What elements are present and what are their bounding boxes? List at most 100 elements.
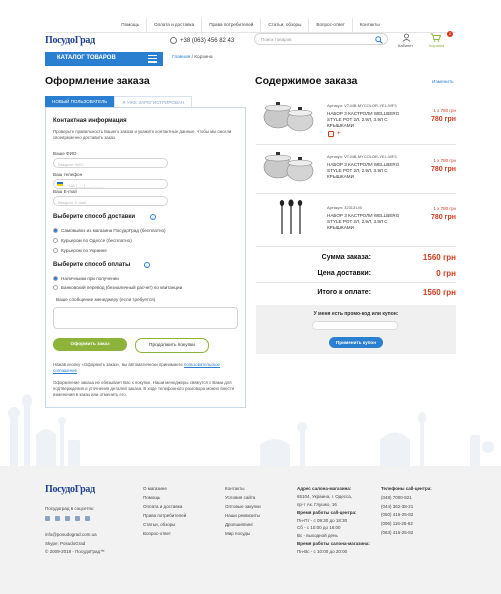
promo-title: У меня есть промо-код или купон: (313, 311, 399, 317)
total-value: 1560 грн (422, 288, 456, 297)
submit-order-button[interactable]: Оформить заказ (53, 338, 127, 351)
item-article: Артикул: VT-MB-MYCOLOR-YEL-WF3 (327, 154, 397, 159)
payment-title: Выберите способ оплаты (53, 262, 131, 268)
footer-link[interactable]: Статьи, обзоры (143, 520, 186, 529)
footer-phone[interactable]: (048) 7000-821 (381, 494, 432, 503)
address-line: 65104, Украина, г. Одесса, (297, 493, 353, 499)
tab-registered[interactable]: Я УЖЕ ЗАРЕГИСТРИРОВАН (114, 96, 193, 107)
product-image[interactable] (276, 198, 306, 238)
divider (256, 193, 456, 194)
cart-label[interactable]: Корзина (429, 43, 444, 48)
footer-col-company: Контакты Условия сайта Оптовые закупки Н… (225, 484, 261, 538)
phone-label: Ваш телефон (53, 172, 83, 177)
phone-icon (170, 37, 177, 44)
delivery-info-icon[interactable]: i (150, 214, 156, 220)
address-title: Адрес салона-магазина: (297, 486, 352, 491)
contact-title: Контактная информация (53, 118, 127, 124)
item-price: 780 грн (430, 166, 456, 173)
vk-icon[interactable] (55, 516, 60, 521)
footer-phone[interactable]: (044) 362-38-21 (381, 503, 432, 512)
hamburger-icon[interactable] (148, 55, 157, 63)
item-name[interactable]: НАБОР 3 КАСТРОЛИ WELLBERG STYLE POT 2Л, … (327, 111, 412, 129)
delivery-option-pickup[interactable]: Самовывоз из магазина ПосудоГрад (беспла… (53, 228, 166, 233)
address-line: пр-т Ак. Глушко, 16 (297, 501, 337, 507)
breadcrumb-current: Корзина (194, 55, 213, 60)
search-icon[interactable] (375, 36, 383, 44)
product-image[interactable] (260, 97, 318, 135)
phone-field[interactable]: +38 (___) ___-__-__ (53, 179, 168, 189)
continue-shopping-button[interactable]: Продолжить покупки (135, 338, 209, 353)
footer-col-info: О магазине Помощь Оплата и доставка Прав… (143, 484, 186, 538)
footer-link[interactable]: Оплата и доставка (143, 502, 186, 511)
footer-link[interactable]: Наши реквизиты (225, 511, 261, 520)
footer-contacts: info@posudograd.com.ua Skype: PosudoGrad… (45, 531, 105, 557)
social-label: Посудоград в соцсетях: (45, 506, 95, 511)
logo[interactable]: ПосудоГрад (45, 35, 95, 46)
catalog-button[interactable]: КАТАЛОГ ТОВАРОВ (45, 52, 163, 66)
tab-new-user[interactable]: НОВЫЙ ПОЛЬЗОВАТЕЛЬ (45, 96, 115, 107)
footer-email[interactable]: info@posudograd.com.ua (45, 531, 105, 540)
comment-textarea[interactable] (53, 307, 238, 329)
topnav-contacts[interactable]: Контакты (351, 18, 387, 32)
topnav-faq[interactable]: Вопрос-ответ (308, 18, 352, 32)
cabinet-label[interactable]: Кабинет (398, 43, 413, 48)
footer-link[interactable]: Контакты (225, 484, 261, 493)
payment-option-bank[interactable]: Банковский перевод (безналичный расчет) … (53, 285, 182, 290)
top-nav: Помощь Оплата и доставка Права потребите… (0, 18, 501, 32)
social-icons (45, 516, 90, 521)
catalog-label: КАТАЛОГ ТОВАРОВ (57, 55, 116, 61)
promo-input[interactable] (312, 321, 398, 330)
footer-link[interactable]: Вопрос-ответ (143, 529, 186, 538)
item-qty: 1 x 780 грн (433, 206, 456, 211)
footer-link[interactable]: Помощь (143, 493, 186, 502)
item-name[interactable]: НАБОР 3 КАСТРОЛИ WELLBERG STYLE POT 2Л, … (327, 213, 412, 231)
footer-link[interactable]: Дропшиппинг (225, 520, 261, 529)
delivery-option-ukraine[interactable]: Курьером по Украине (53, 248, 107, 253)
cart-icon[interactable] (430, 33, 441, 42)
user-icon[interactable] (402, 33, 411, 42)
sum-label: Сумма заказа: (321, 254, 371, 261)
footer-link[interactable]: О магазине (143, 484, 186, 493)
email-field[interactable]: Введите E-mail (53, 196, 168, 206)
phone-number: +38 (063) 456 82 43 (180, 38, 235, 45)
divider (45, 32, 456, 33)
facebook-icon[interactable] (45, 516, 50, 521)
twitter-icon[interactable] (65, 516, 70, 521)
agreement-prefix: Нажав кнопку «Оформить заказ», вы автома… (53, 362, 183, 367)
footer-link[interactable]: Оптовые закупки (225, 502, 261, 511)
footer-logo[interactable]: ПосудоГрад (45, 484, 95, 495)
breadcrumb-home[interactable]: Главная (172, 55, 190, 60)
topnav-rights[interactable]: Права потребителей (201, 18, 260, 32)
topnav-help[interactable]: Помощь (114, 18, 146, 32)
radio-icon (53, 285, 58, 290)
google-plus-icon[interactable] (85, 516, 90, 521)
delivery-option-odessa[interactable]: Курьером по Одессе (бесплатно) (53, 238, 132, 243)
footer-link[interactable]: Права потребителей (143, 511, 186, 520)
payment-option-label: Банковский перевод (безналичный расчет) … (61, 285, 183, 290)
delivery-title: Выберите способ доставки (53, 214, 136, 220)
name-field[interactable]: Введите ФИО (53, 158, 168, 168)
topnav-articles[interactable]: Статьи, обзоры (260, 18, 308, 32)
product-image[interactable] (260, 147, 318, 185)
edit-order-link[interactable]: Изменить (432, 80, 454, 85)
odnoklassniki-icon[interactable] (75, 516, 80, 521)
item-qty: 1 x 780 грн (433, 108, 456, 113)
shop-hours-line: Пн-Вс - с 10:00 до 20:00 (297, 549, 348, 554)
payment-option-cash[interactable]: Наличными при получении (53, 276, 119, 281)
delivery-option-label: Самовывоз из магазина ПосудоГрад (беспла… (61, 228, 166, 233)
apply-coupon-button[interactable]: Применить купон (329, 337, 383, 348)
footer-link[interactable]: Условия сайта (225, 493, 261, 502)
delivery-option-label: Курьером по Одессе (бесплатно) (61, 238, 132, 243)
footer-phone[interactable]: (096) 116-25-82 (381, 520, 432, 529)
item-article: Артикул: 32313140 (327, 205, 362, 210)
footer-link[interactable]: Мир посуды (225, 529, 261, 538)
sum-value: 1560 грн (422, 253, 456, 262)
footer-col-phones: Телефоны call-центра: (048) 7000-821 (04… (381, 485, 432, 538)
search-input[interactable]: Поиск товаров (254, 33, 388, 45)
footer-phone[interactable]: (050) 416-25-82 (381, 511, 432, 520)
payment-info-icon[interactable]: i (144, 262, 150, 268)
topnav-payment[interactable]: Оплата и доставка (146, 18, 201, 32)
item-name[interactable]: НАБОР 3 КАСТРОЛИ WELLBERG STYLE POT 2Л, … (327, 162, 412, 180)
shop-hours-title: Время работы салона-магазина: (297, 541, 370, 547)
footer-phone[interactable]: (063) 416-25-82 (381, 529, 432, 538)
